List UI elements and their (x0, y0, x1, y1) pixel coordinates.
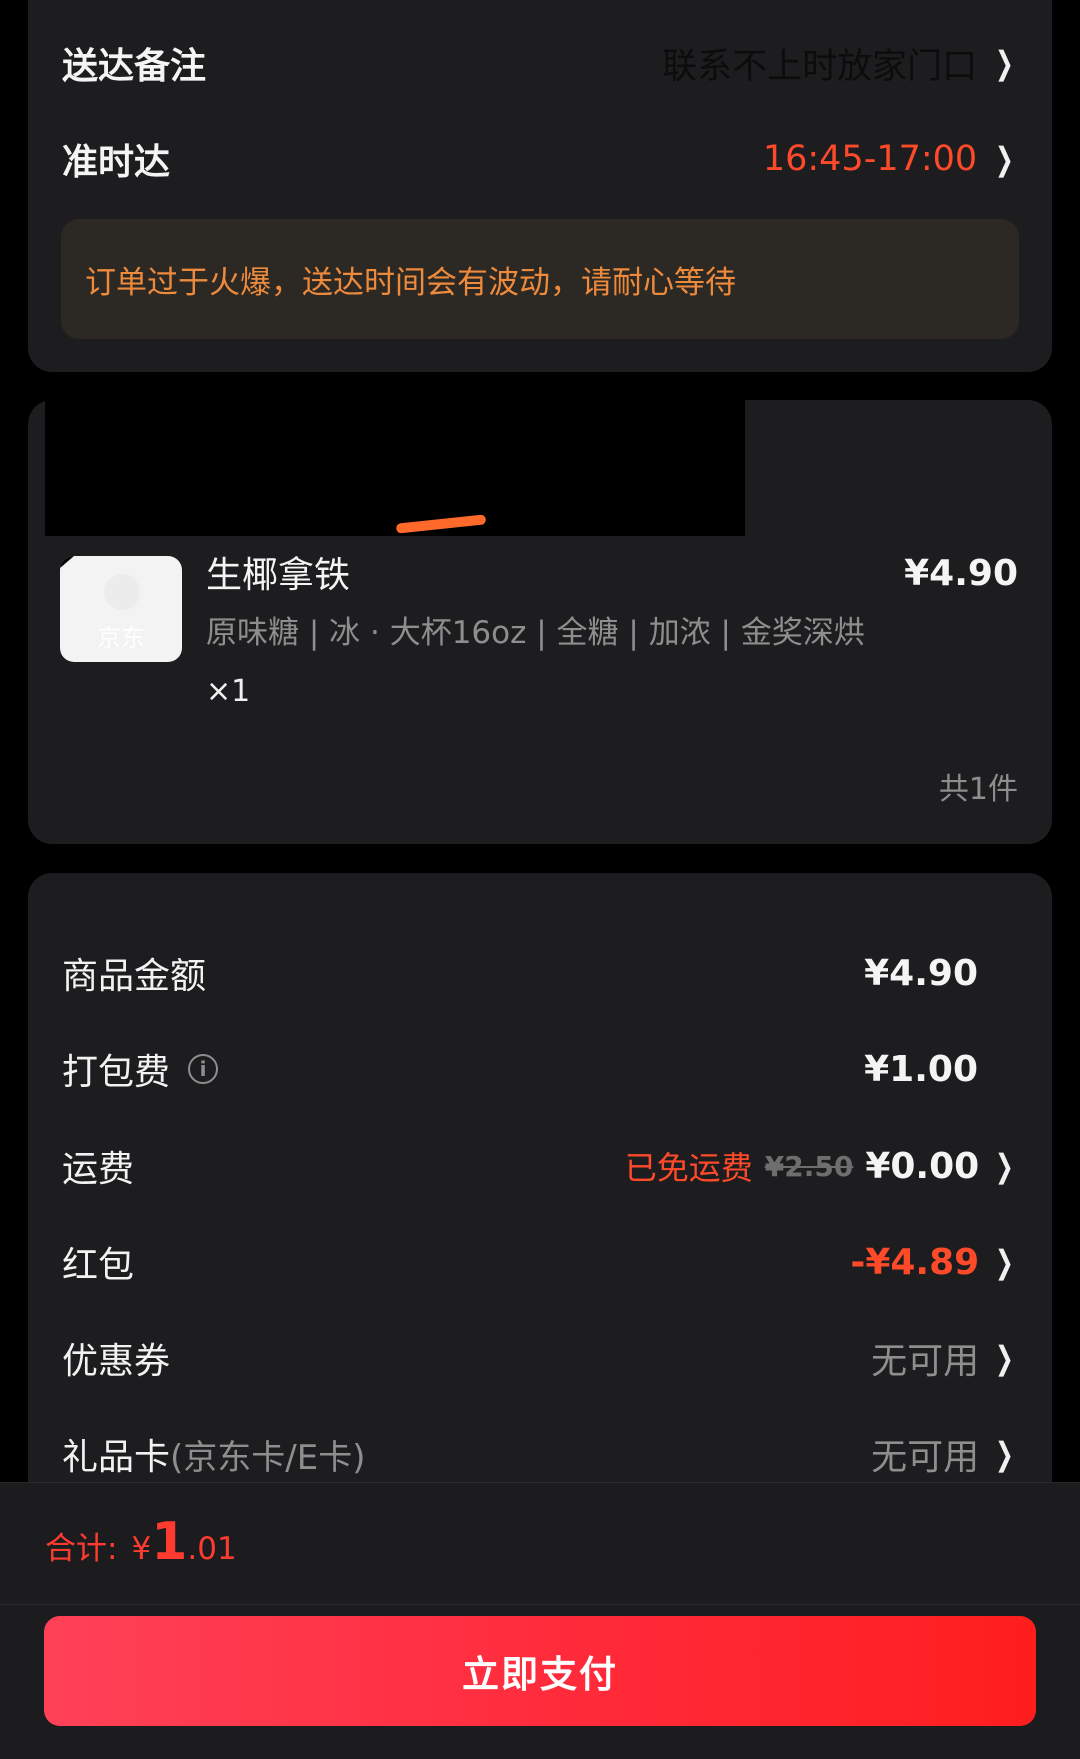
chevron-right-icon: ❯ (995, 1243, 1014, 1281)
product-price: ¥4.90 (904, 553, 1018, 594)
delivery-fee-value: ¥0.00 (865, 1145, 980, 1187)
packing-fee-label-wrap: 打包费 i (62, 1043, 219, 1095)
coupon-value: 无可用 (871, 1341, 980, 1382)
goods-amount-value: ¥4.90 (864, 952, 978, 994)
goods-amount-row: 商品金额 ¥4.90 (62, 943, 1018, 1003)
packing-fee-right: ¥1.00 (864, 1049, 1018, 1090)
order-total: 合计: ¥ 1 .01 (45, 1512, 237, 1572)
chevron-right-icon: ❯ (995, 1147, 1014, 1185)
thumb-watermark: 京东 (97, 624, 145, 652)
packing-fee-value: ¥1.00 (864, 1048, 978, 1090)
gift-card-row[interactable]: 礼品卡 (京东卡/E卡) 无可用 ❯ (62, 1424, 1018, 1484)
ontime-right: 16:45-17:00 ❯ (763, 139, 1018, 179)
shop-header-mask (45, 378, 745, 536)
total-label: 合计: (45, 1531, 118, 1567)
delivery-notice: 订单过于火爆，送达时间会有波动，请耐心等待 (61, 219, 1019, 339)
chevron-right-icon: ❯ (995, 1435, 1014, 1473)
coupon-label: 优惠券 (62, 1341, 171, 1382)
red-packet-value: -¥4.89 (850, 1241, 980, 1283)
total-integer: 1 (151, 1512, 188, 1572)
product-total-count: 共1件 (938, 772, 1018, 807)
chevron-right-icon: ❯ (995, 1339, 1014, 1377)
delivery-card: 送达备注 联系不上时放家门口 ❯ 准时达 16:45-17:00 ❯ 订单过于火… (28, 0, 1052, 372)
gift-card-sub: (京东卡/E卡) (170, 1437, 366, 1478)
red-packet-right: -¥4.89 ❯ (850, 1242, 1018, 1283)
info-icon[interactable]: i (188, 1054, 219, 1084)
ontime-label: 准时达 (62, 142, 171, 183)
product-thumbnail[interactable]: 京东 (60, 556, 182, 662)
total-decimal: .01 (187, 1531, 237, 1567)
mascot-icon (104, 574, 140, 610)
red-packet-label: 红包 (62, 1245, 135, 1286)
coupon-row[interactable]: 优惠券 无可用 ❯ (62, 1328, 1018, 1388)
delivery-note-right: 联系不上时放家门口 ❯ (662, 38, 1018, 89)
delivery-note-row[interactable]: 送达备注 联系不上时放家门口 ❯ (62, 33, 1018, 93)
chevron-right-icon: ❯ (995, 44, 1014, 82)
gift-card-right: 无可用 ❯ (871, 1428, 1018, 1480)
gift-card-label: 礼品卡 (62, 1437, 171, 1478)
ontime-value: 16:45-17:00 (762, 139, 978, 179)
product-quantity: ×1 (206, 674, 251, 709)
delivery-fee-right: 已免运费 ¥2.50 ¥0.00 ❯ (625, 1143, 1018, 1189)
chevron-right-icon: ❯ (995, 140, 1014, 178)
goods-amount-label: 商品金额 (62, 956, 207, 997)
red-packet-row[interactable]: 红包 -¥4.89 ❯ (62, 1232, 1018, 1292)
total-currency: ¥ (131, 1531, 152, 1567)
delivery-fee-label: 运费 (62, 1149, 135, 1190)
checkout-page: 送达备注 联系不上时放家门口 ❯ 准时达 16:45-17:00 ❯ 订单过于火… (0, 0, 1080, 1759)
gift-card-value: 无可用 (871, 1437, 980, 1478)
coupon-right: 无可用 ❯ (871, 1332, 1018, 1384)
delivery-note-label: 送达备注 (62, 46, 207, 87)
product-spec: 原味糖 | 冰 · 大杯16oz | 全糖 | 加浓 | 金奖深烘 (206, 615, 865, 651)
fees-card: 商品金额 ¥4.90 打包费 i ¥1.00 运费 已免运费 ¥2.50 ¥0.… (28, 873, 1052, 1493)
pay-now-button[interactable]: 立即支付 (44, 1616, 1036, 1726)
packing-fee-label: 打包费 (62, 1052, 171, 1093)
delivery-fee-row[interactable]: 运费 已免运费 ¥2.50 ¥0.00 ❯ (62, 1136, 1018, 1196)
ontime-row[interactable]: 准时达 16:45-17:00 ❯ (62, 129, 1018, 189)
bottom-divider (0, 1604, 1080, 1605)
goods-amount-right: ¥4.90 (864, 953, 1018, 994)
free-delivery-tag: 已免运费 (624, 1149, 753, 1187)
delivery-note-value: 联系不上时放家门口 (662, 46, 978, 87)
thumb-corner (60, 556, 74, 568)
delivery-original-price: ¥2.50 (764, 1149, 854, 1183)
gift-card-label-wrap: 礼品卡 (京东卡/E卡) (62, 1428, 365, 1480)
packing-fee-row: 打包费 i ¥1.00 (62, 1039, 1018, 1099)
product-name[interactable]: 生椰拿铁 (206, 546, 350, 598)
